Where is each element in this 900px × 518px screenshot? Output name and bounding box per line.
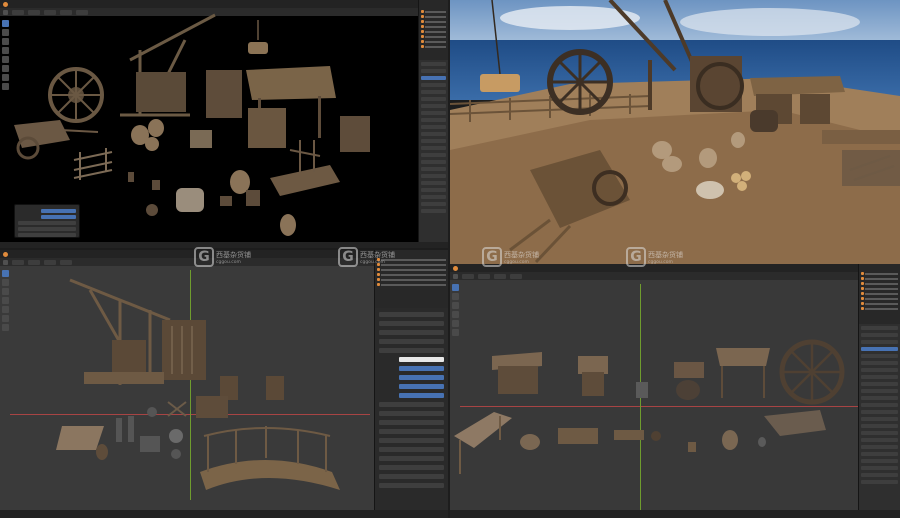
viewport-panel-bottom-right[interactable] — [450, 264, 900, 518]
cart-model — [196, 396, 228, 418]
base-color-swatch[interactable] — [398, 357, 444, 362]
watermark-2: G 西基杂货铺 cggou.com — [338, 247, 395, 267]
properties-panel — [858, 324, 900, 518]
grain-basket-model — [696, 181, 724, 199]
crate-model — [190, 130, 212, 148]
tools-model — [116, 407, 183, 459]
well-model — [340, 116, 370, 152]
status-bar — [450, 510, 900, 518]
wooden-platform-model — [270, 165, 340, 196]
fence-model — [73, 148, 113, 180]
well-model — [674, 362, 704, 400]
wheel-house-model — [162, 320, 206, 380]
watermark-logo-icon: G — [338, 247, 358, 267]
watermark-domain: cggou.com — [504, 259, 529, 265]
wooden-platform-model — [56, 426, 104, 450]
well-model — [750, 110, 778, 132]
bridge-model — [200, 426, 340, 490]
watermark-brand: 西基杂货铺 — [360, 250, 395, 259]
watermark-brand: 西基杂货铺 — [648, 250, 683, 259]
water-wheel-model — [779, 339, 845, 405]
watermark-logo-icon: G — [626, 247, 646, 267]
hanging-sack-model — [248, 20, 268, 54]
awning-model — [716, 348, 770, 398]
grain-basket-model — [176, 188, 204, 212]
watermark-logo-icon: G — [482, 247, 502, 267]
hut-model — [492, 352, 542, 394]
roof-model — [246, 66, 336, 100]
watermark-logo-icon: G — [194, 247, 214, 267]
watermark-3: G 西基杂货铺 cggou.com — [482, 247, 539, 267]
outliner-panel — [858, 264, 900, 324]
watermark-brand: 西基杂货铺 — [504, 250, 539, 259]
crane-housing — [136, 72, 186, 112]
well-roofed-model — [248, 108, 286, 148]
watermark-1: G 西基杂货铺 cggou.com — [194, 247, 251, 267]
water-wheel-model — [547, 49, 613, 115]
outliner-panel — [418, 0, 448, 60]
hut-small-model — [206, 70, 242, 118]
viewport-panel-top-left[interactable] — [0, 0, 448, 248]
operator-redo-panel[interactable] — [14, 204, 80, 238]
watermark-domain: cggou.com — [648, 259, 673, 265]
lantern-post-model — [636, 382, 648, 398]
watermark-4: G 西基杂货铺 cggou.com — [626, 247, 683, 267]
barrel-model — [722, 430, 738, 450]
cart-model — [614, 430, 661, 441]
watermark-brand: 西基杂货铺 — [216, 250, 251, 259]
properties-panel — [418, 60, 448, 248]
cart-model — [14, 120, 99, 160]
wooden-platform-model — [454, 412, 512, 448]
watermark-domain: cggou.com — [360, 259, 385, 265]
well-model-2 — [266, 376, 284, 400]
ladder-fence-model — [289, 140, 321, 172]
scene-render-bottom-right — [454, 339, 845, 474]
shed-model — [578, 356, 608, 396]
viewport-panel-bottom-left[interactable] — [0, 250, 448, 518]
pier-model — [822, 130, 900, 144]
material-properties-panel — [374, 308, 448, 518]
render-panel-top-right — [450, 0, 900, 264]
scene-render-top-right — [450, 0, 900, 264]
scissors-model — [167, 401, 187, 417]
tub-model — [520, 434, 540, 450]
crate-lid-model — [558, 428, 598, 444]
water-wheel-model — [48, 67, 104, 123]
status-bar — [0, 510, 448, 518]
tarp-model — [764, 410, 826, 436]
hanging-sacks-model — [480, 74, 520, 92]
watermark-domain: cggou.com — [216, 259, 241, 265]
